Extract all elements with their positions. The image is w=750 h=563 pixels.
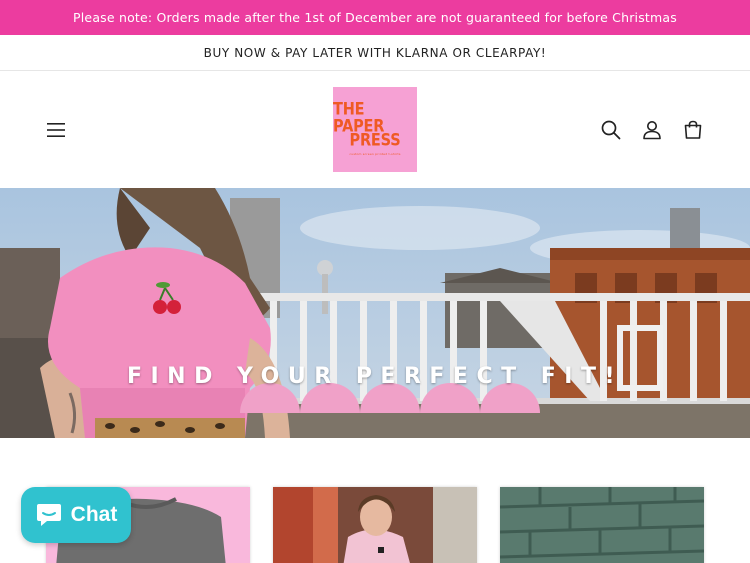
collection-card-hoodie[interactable] [273,487,477,563]
search-icon[interactable] [595,114,627,146]
chat-button[interactable]: Chat [21,487,131,543]
site-header: THE PAPER PRESS custom screen printed t-… [0,71,750,188]
chat-label: Chat [70,503,118,526]
hero-image [0,188,750,438]
logo-line-2: PRESS [349,131,401,150]
logo-line-1: THE PAPER [333,100,385,136]
cart-icon[interactable] [677,114,709,146]
announcement-text: Please note: Orders made after the 1st o… [73,10,677,25]
hamburger-menu-icon[interactable] [40,114,72,146]
logo-tagline: custom screen printed t-shirts [349,151,401,156]
hero-heading: FIND YOUR PERFECT FIT! [126,364,624,389]
promo-bar: BUY NOW & PAY LATER WITH KLARNA OR CLEAR… [0,35,750,71]
collection-image [500,487,704,563]
collection-card-tiles[interactable] [500,487,704,563]
collection-image [273,487,477,563]
store-logo[interactable]: THE PAPER PRESS custom screen printed t-… [333,87,417,172]
account-icon[interactable] [636,114,668,146]
promo-text: BUY NOW & PAY LATER WITH KLARNA OR CLEAR… [203,45,547,60]
hero-banner[interactable]: FIND YOUR PERFECT FIT! [0,188,750,438]
chat-bubble-icon [36,504,61,526]
announcement-bar: Please note: Orders made after the 1st o… [0,0,750,35]
